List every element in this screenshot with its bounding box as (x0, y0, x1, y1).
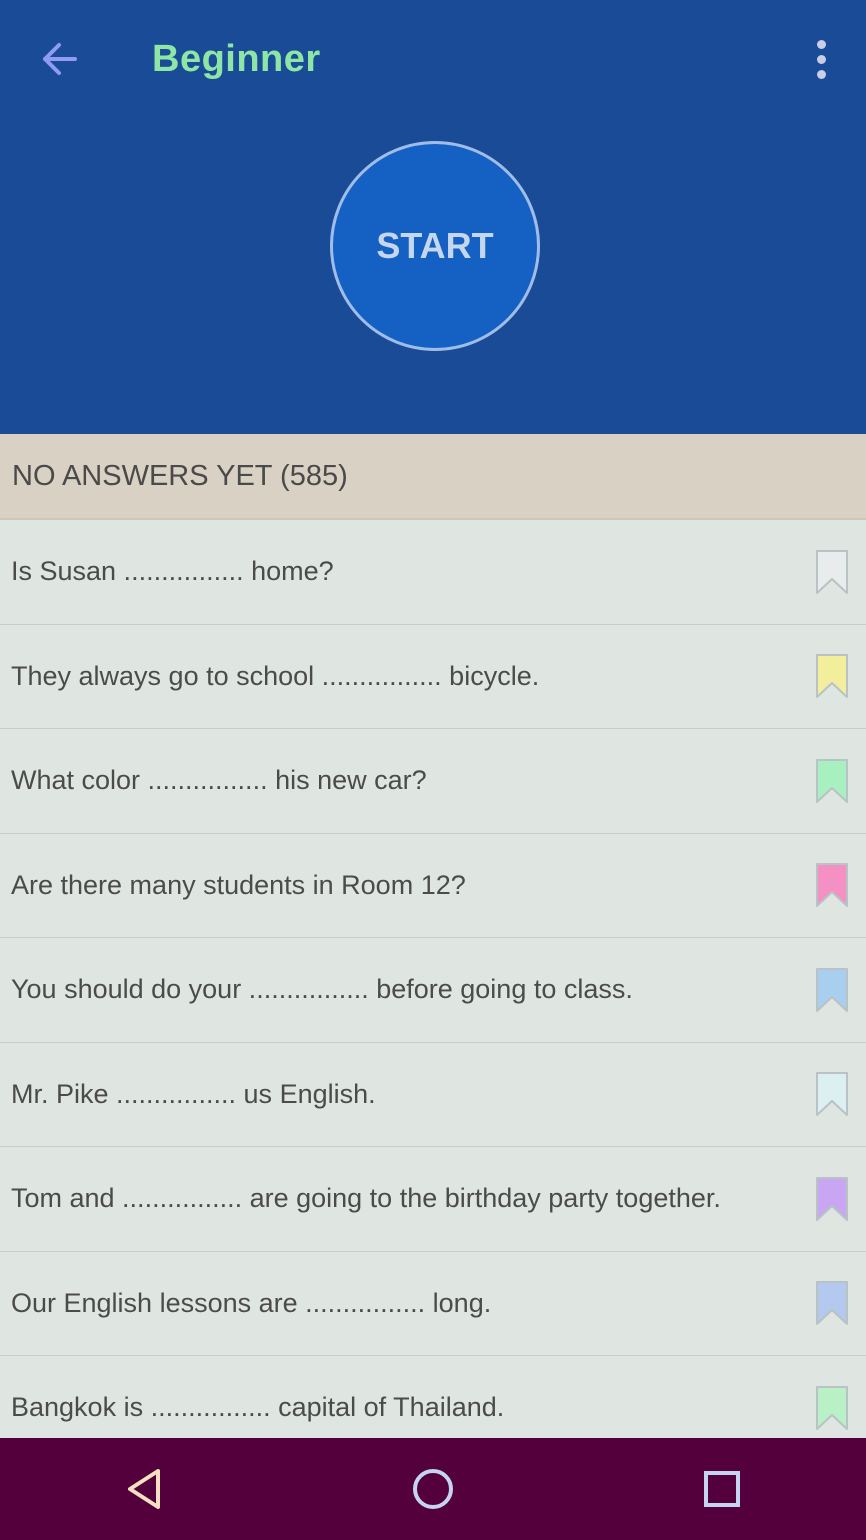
arrow-left-icon (43, 43, 77, 75)
app-header: Beginner START (0, 0, 866, 434)
bookmark-icon[interactable] (814, 652, 850, 700)
question-row[interactable]: Are there many students in Room 12? (0, 834, 866, 938)
question-text: Tom and ................ are going to th… (11, 1183, 721, 1214)
question-text: Is Susan ................ home? (11, 556, 334, 587)
nav-back-button[interactable] (104, 1449, 184, 1529)
more-vert-icon-dot (816, 54, 826, 64)
bookmark-icon[interactable] (814, 548, 850, 596)
question-row[interactable]: Is Susan ................ home? (0, 520, 866, 625)
more-options-button[interactable] (806, 36, 836, 82)
question-text: Are there many students in Room 12? (11, 869, 466, 900)
bookmark-icon[interactable] (814, 966, 850, 1014)
more-vert-icon-dot (816, 39, 826, 49)
triangle-back-icon (128, 1469, 161, 1509)
question-text: They always go to school ...............… (11, 660, 540, 691)
bookmark-icon[interactable] (814, 861, 850, 909)
question-text: Mr. Pike ................ us English. (11, 1078, 376, 1109)
question-text: Our English lessons are ................… (11, 1287, 492, 1318)
question-text: What color ................ his new car? (11, 765, 427, 796)
nav-home-button[interactable] (393, 1449, 473, 1529)
question-list: Is Susan ................ home? They alwa… (0, 520, 866, 1438)
page-title: Beginner (152, 38, 321, 80)
bookmark-icon[interactable] (814, 1279, 850, 1327)
question-row[interactable]: They always go to school ...............… (0, 625, 866, 729)
nav-recents-button[interactable] (682, 1449, 762, 1529)
bookmark-icon[interactable] (814, 1070, 850, 1118)
question-text: You should do your ................ befo… (11, 974, 633, 1005)
circle-home-icon (412, 1469, 453, 1509)
question-text: Bangkok is ................ capital of T… (11, 1392, 505, 1423)
bookmark-icon[interactable] (814, 1175, 850, 1223)
question-row[interactable]: Tom and ................ are going to th… (0, 1147, 866, 1252)
square-recents-icon (703, 1471, 740, 1507)
section-header: NO ANSWERS YET (585) (0, 434, 866, 520)
question-row[interactable]: You should do your ................ befo… (0, 938, 866, 1043)
bookmark-icon[interactable] (814, 1384, 850, 1432)
more-vert-icon-dot (816, 69, 826, 79)
question-row[interactable]: Our English lessons are ................… (0, 1252, 866, 1356)
system-nav-bar (0, 1438, 866, 1540)
bookmark-icon[interactable] (814, 757, 850, 805)
question-row[interactable]: What color ................ his new car? (0, 729, 866, 834)
back-button[interactable] (36, 38, 82, 80)
question-row[interactable]: Mr. Pike ................ us English. (0, 1043, 866, 1147)
question-row[interactable]: Bangkok is ................ capital of T… (0, 1356, 866, 1438)
start-button[interactable]: START (330, 141, 540, 351)
